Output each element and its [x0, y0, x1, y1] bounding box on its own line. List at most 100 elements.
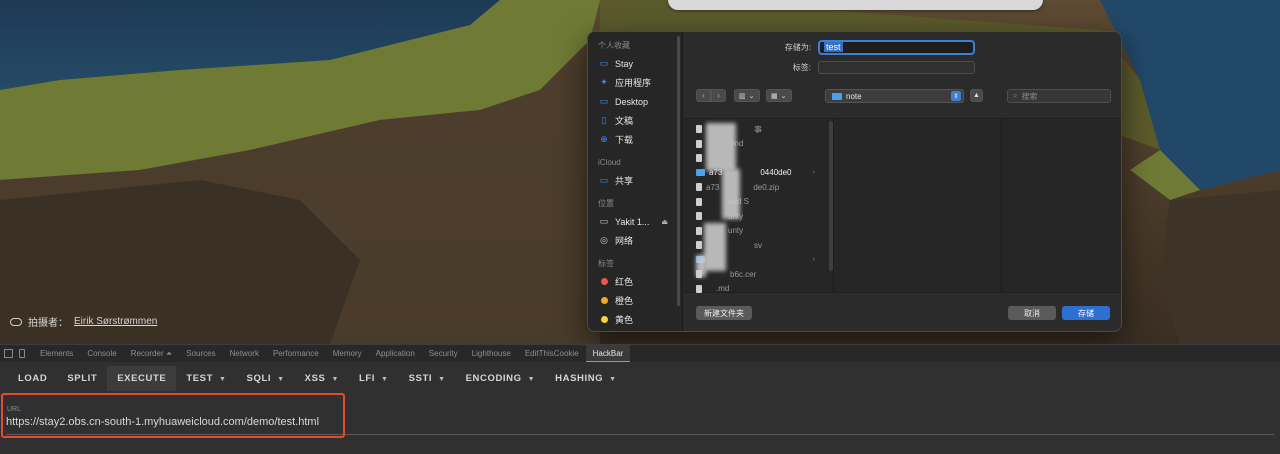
collapse-button[interactable]: ▲ — [970, 89, 983, 102]
red-tag-dot — [600, 278, 608, 285]
grid-view-button[interactable]: ▦ ⌄ — [766, 89, 792, 102]
document-icon: ▯ — [601, 115, 607, 125]
sidebar-tag-green[interactable]: 绿色 — [588, 329, 682, 331]
file-icon — [696, 139, 702, 148]
columns-icon: ▥ — [739, 92, 746, 100]
tags-field[interactable] — [818, 61, 975, 74]
favorites-heading: 个人收藏 — [598, 41, 630, 50]
sidebar-item-stay[interactable]: ▭ Stay — [588, 54, 682, 73]
load-button[interactable]: LOAD — [8, 366, 57, 391]
caret-down-icon: ▼ — [438, 376, 446, 383]
forward-button[interactable]: › — [711, 89, 726, 102]
tab-recorder[interactable]: Recorder ⏶ — [124, 345, 180, 363]
sidebar-item-documents[interactable]: ▯ 文稿 — [588, 111, 682, 130]
tab-console[interactable]: Console — [80, 345, 123, 363]
hashing-menu-button[interactable]: HASHING ▼ — [545, 366, 627, 391]
execute-button[interactable]: EXECUTE — [107, 366, 177, 391]
encoding-menu-button[interactable]: ENCODING ▼ — [456, 366, 546, 391]
sidebar-item-yakit[interactable]: ▭ Yakit 1... ⏏ — [588, 212, 682, 231]
folder-icon — [696, 169, 705, 177]
tab-memory[interactable]: Memory — [326, 345, 369, 363]
tab-elements[interactable]: Elements — [33, 345, 80, 363]
cancel-button[interactable]: 取消 — [1008, 306, 1056, 320]
device-toolbar-icon[interactable] — [19, 349, 25, 358]
lfi-menu-button[interactable]: LFI ▼ — [349, 366, 399, 391]
folder-icon — [832, 92, 842, 100]
tab-application[interactable]: Application — [369, 345, 422, 363]
yellow-tag-dot — [600, 316, 608, 323]
tab-editthiscookie[interactable]: EditThisCookie — [518, 345, 586, 363]
grid-icon: ▦ — [771, 92, 778, 100]
tags-heading: 标签 — [598, 259, 614, 268]
file-icon — [696, 154, 702, 163]
split-button[interactable]: SPLIT — [57, 366, 107, 391]
redaction-blur — [696, 255, 706, 277]
file-icon — [696, 125, 702, 134]
redaction-blur — [704, 223, 726, 271]
file-icon — [696, 241, 702, 250]
file-icon — [696, 284, 702, 293]
sidebar-scrollbar[interactable] — [677, 36, 680, 306]
devtools-tab-bar: Elements Console Recorder ⏶ Sources Netw… — [0, 344, 1280, 363]
finder-sidebar: 个人收藏 ▭ Stay ✦ 应用程序 ▭ Desktop ▯ 文稿 ⊕ 下载 iCloud… — [588, 32, 683, 331]
link-icon — [10, 317, 22, 326]
tab-sources[interactable]: Sources — [179, 345, 222, 363]
tags-row: 标签: — [748, 61, 975, 74]
xss-menu-button[interactable]: XSS ▼ — [295, 366, 349, 391]
sidebar-tag-orange[interactable]: 橙色 — [588, 291, 682, 310]
sidebar-item-applications[interactable]: ✦ 应用程序 — [588, 73, 682, 92]
column-view-button[interactable]: ▥ ⌄ — [734, 89, 760, 102]
file-icon — [696, 212, 702, 221]
shared-folder-icon: ▭ — [599, 175, 609, 185]
download-icon: ⊕ — [600, 134, 608, 144]
new-folder-button[interactable]: 新建文件夹 — [696, 306, 752, 320]
file-row[interactable]: unty — [684, 209, 833, 224]
caret-down-icon: ▼ — [527, 376, 536, 383]
tab-network[interactable]: Network — [223, 345, 266, 363]
file-column: 事 .md a730440de0› a73de0.zip oud S unty … — [684, 119, 834, 293]
credit-author[interactable]: Eirik Sørstrømmen — [74, 316, 157, 327]
caret-down-icon: ▼ — [219, 376, 227, 383]
file-icon — [696, 226, 702, 235]
sidebar-item-network[interactable]: ◎ 网络 — [588, 231, 682, 250]
caret-down-icon: ▼ — [609, 376, 617, 383]
test-menu-button[interactable]: TEST ▼ — [176, 366, 236, 391]
save-as-label: 存储为: — [784, 43, 811, 52]
dialog-toolbar: ‹ › ▥ ⌄ ▦ ⌄ note ⇕ ▲ ⌕ 搜索 — [696, 88, 1111, 104]
redaction-blur — [722, 169, 740, 219]
file-row[interactable]: oud S — [684, 195, 833, 210]
ssti-menu-button[interactable]: SSTI ▼ — [399, 366, 456, 391]
photo-credit[interactable]: 拍摄者： Eirik Sørstrømmen — [10, 314, 157, 329]
top-sheet-edge — [668, 0, 1043, 10]
search-field[interactable]: ⌕ 搜索 — [1007, 89, 1111, 103]
tab-lighthouse[interactable]: Lighthouse — [465, 345, 518, 363]
eject-icon[interactable]: ⏏ — [661, 218, 668, 226]
locations-heading: 位置 — [598, 199, 614, 208]
sidebar-item-shared[interactable]: ▭ 共享 — [588, 171, 682, 190]
inspect-element-icon[interactable] — [4, 349, 13, 358]
back-button[interactable]: ‹ — [696, 89, 711, 102]
save-as-field[interactable]: test — [818, 40, 975, 55]
file-browser: 事 .md a730440de0› a73de0.zip oud S unty … — [684, 118, 1121, 293]
applications-icon: ✦ — [600, 77, 608, 87]
sqli-menu-button[interactable]: SQLI ▼ — [237, 366, 295, 391]
tab-security[interactable]: Security — [422, 345, 465, 363]
tab-performance[interactable]: Performance — [266, 345, 326, 363]
preview-column — [850, 119, 1002, 292]
sidebar-tag-red[interactable]: 红色 — [588, 272, 682, 291]
column-scrollbar[interactable] — [829, 121, 833, 271]
desktop-icon: ▭ — [599, 96, 609, 106]
sidebar-item-desktop[interactable]: ▭ Desktop — [588, 92, 682, 111]
tab-hackbar[interactable]: HackBar — [585, 344, 631, 363]
file-row[interactable]: a73 de0.zip — [684, 180, 833, 195]
sidebar-item-downloads[interactable]: ⊕ 下载 — [588, 130, 682, 149]
caret-down-icon: ▼ — [381, 376, 389, 383]
save-button[interactable]: 存储 — [1062, 306, 1110, 320]
file-row[interactable]: .md — [684, 282, 833, 297]
orange-tag-dot — [600, 297, 608, 304]
redaction-blur — [706, 123, 736, 171]
location-popup[interactable]: note ⇕ — [825, 89, 964, 103]
file-icon — [696, 197, 702, 206]
sidebar-tag-yellow[interactable]: 黄色 — [588, 310, 682, 329]
drive-icon: ▭ — [599, 216, 609, 226]
